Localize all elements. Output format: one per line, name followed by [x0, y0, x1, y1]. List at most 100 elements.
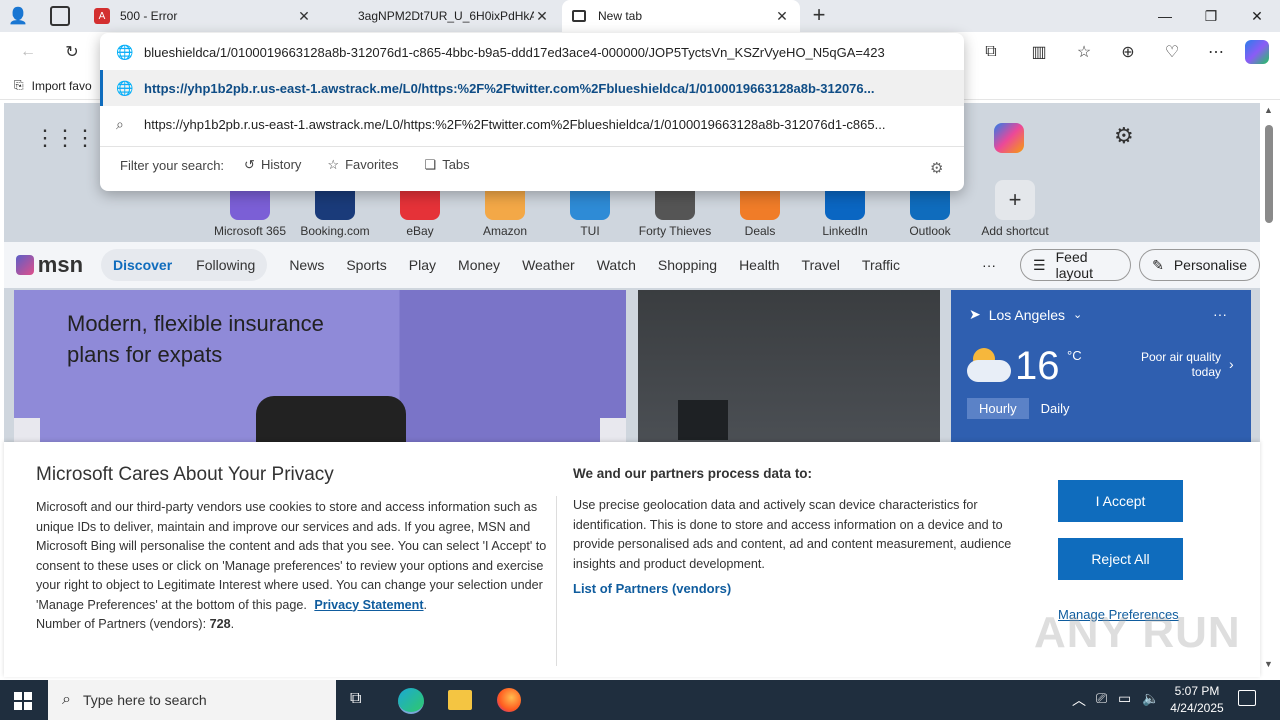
- taskbar-search-box[interactable]: ⌕ Type here to search: [48, 680, 336, 720]
- nav-weather[interactable]: Weather: [522, 257, 575, 273]
- air-quality-chevron-icon: ›: [1229, 356, 1234, 372]
- msn-logo[interactable]: msn: [38, 252, 83, 278]
- tab-daily[interactable]: Daily: [1029, 398, 1082, 419]
- suggestion-row[interactable]: ⌕ https://yhp1b2pb.r.us-east-1.awstrack.…: [100, 106, 964, 142]
- notifications-icon[interactable]: [1238, 690, 1256, 706]
- history-icon: ↺: [244, 157, 255, 172]
- partners-count: 728: [209, 617, 231, 631]
- tray-display-icon[interactable]: ▭: [1118, 690, 1131, 707]
- filter-tabs[interactable]: ❏ Tabs: [425, 157, 470, 173]
- tray-network-icon[interactable]: ⎚: [1096, 690, 1107, 707]
- close-window-button[interactable]: ✕: [1234, 0, 1280, 32]
- list-partners-link[interactable]: List of Partners (vendors): [573, 581, 731, 596]
- feed-layout-button[interactable]: ☰ Feed layout: [1020, 249, 1132, 281]
- shortcut-add[interactable]: + Add shortcut: [975, 180, 1055, 238]
- tab-discover[interactable]: Discover: [113, 257, 172, 273]
- tab-hourly[interactable]: Hourly: [967, 398, 1029, 419]
- nav-travel[interactable]: Travel: [802, 257, 840, 273]
- nav-play[interactable]: Play: [409, 257, 436, 273]
- plus-icon: +: [995, 180, 1035, 220]
- news-image-card[interactable]: [638, 290, 940, 442]
- sliders-icon: ☰: [1033, 256, 1046, 273]
- page-settings-gear-icon[interactable]: ⚙: [1114, 123, 1134, 149]
- filter-favorites[interactable]: ☆ Favorites: [327, 157, 398, 173]
- import-favorites-link[interactable]: Import favo: [32, 79, 92, 93]
- back-arrow-icon[interactable]: ←: [12, 36, 44, 68]
- import-icon: ⎘: [14, 78, 24, 92]
- weather-card[interactable]: ➤ Los Angeles ⌄ ··· 16 °C Poor air quali…: [951, 290, 1251, 442]
- minimize-button[interactable]: —: [1142, 0, 1188, 32]
- newtab-page-icon: [572, 10, 586, 22]
- privacy-statement-link[interactable]: Privacy Statement: [314, 598, 423, 612]
- reject-all-button[interactable]: Reject All: [1058, 538, 1183, 580]
- nav-sports[interactable]: Sports: [346, 257, 386, 273]
- nav-traffic[interactable]: Traffic: [862, 257, 900, 273]
- globe-icon: 🌐: [116, 43, 134, 60]
- personalise-button[interactable]: ✎ Personalise: [1139, 249, 1260, 281]
- ad-card[interactable]: Modern, flexible insurance plans for exp…: [14, 290, 626, 442]
- close-tab-icon[interactable]: ✕: [534, 8, 550, 25]
- restore-button[interactable]: ❐: [1188, 0, 1234, 32]
- omnibox-settings-gear-icon[interactable]: ⚙: [930, 159, 943, 177]
- close-tab-icon[interactable]: ✕: [774, 8, 790, 25]
- clock[interactable]: 5:07 PM 4/24/2025: [1162, 683, 1232, 717]
- location-arrow-icon: ➤: [969, 306, 981, 322]
- nav-more-button[interactable]: ···: [982, 257, 996, 273]
- collections-icon[interactable]: ⊕: [1112, 36, 1144, 68]
- nav-health[interactable]: Health: [739, 257, 779, 273]
- privacy-title: Microsoft Cares About Your Privacy: [36, 464, 334, 485]
- tab-new-tab[interactable]: New tab ✕: [562, 0, 800, 32]
- nav-watch[interactable]: Watch: [597, 257, 636, 273]
- suggestion-text: https://yhp1b2pb.r.us-east-1.awstrack.me…: [144, 116, 886, 132]
- tab-error[interactable]: A 500 - Error ✕: [84, 0, 322, 32]
- weather-unit: °C: [1067, 348, 1082, 363]
- apps-grid-icon[interactable]: ⋮⋮⋮: [34, 125, 96, 151]
- refresh-icon[interactable]: ↻: [56, 36, 88, 68]
- location-row[interactable]: ➤ Los Angeles ⌄: [969, 306, 1082, 323]
- nav-shopping[interactable]: Shopping: [658, 257, 717, 273]
- extensions-icon[interactable]: ⧉: [975, 36, 1007, 68]
- ad-headline: Modern, flexible insurance plans for exp…: [67, 311, 324, 367]
- weather-more-button[interactable]: ···: [1213, 306, 1227, 322]
- tray-chevron-up-icon[interactable]: ︿: [1072, 690, 1086, 710]
- file-explorer-icon[interactable]: [448, 690, 472, 710]
- favorites-star-icon[interactable]: ☆: [1068, 36, 1100, 68]
- windows-start-icon[interactable]: [14, 692, 32, 710]
- weather-tabs: Hourly Daily: [967, 398, 1081, 419]
- search-icon: ⌕: [62, 691, 71, 708]
- clock-date: 4/24/2025: [1170, 701, 1224, 715]
- accept-button[interactable]: I Accept: [1058, 480, 1183, 522]
- close-tab-icon[interactable]: ✕: [296, 8, 312, 25]
- new-tab-button[interactable]: +: [808, 4, 830, 28]
- tab-following[interactable]: Following: [196, 257, 255, 273]
- copilot-page-icon[interactable]: [994, 123, 1024, 153]
- news-photo: [678, 400, 728, 440]
- copilot-icon[interactable]: [1245, 40, 1269, 64]
- firefox-icon[interactable]: [497, 688, 521, 712]
- page-scrollbar[interactable]: ▲ ▼: [1262, 103, 1276, 677]
- carousel-prev-button[interactable]: [14, 418, 40, 442]
- scrollbar-down-arrow[interactable]: ▼: [1264, 659, 1273, 669]
- filter-history[interactable]: ↺ History: [244, 157, 301, 173]
- task-view-icon[interactable]: ⧉: [350, 690, 361, 708]
- edge-taskbar-icon[interactable]: [398, 688, 424, 714]
- address-input-row[interactable]: 🌐 blueshieldca/1/0100019663128a8b-312076…: [100, 34, 964, 70]
- taskbar-search-placeholder: Type here to search: [82, 692, 207, 708]
- profile-avatar[interactable]: 👤: [8, 6, 30, 26]
- air-quality[interactable]: Poor air quality today: [1121, 350, 1221, 380]
- carousel-next-button[interactable]: [600, 418, 626, 442]
- split-screen-icon[interactable]: ▥: [1023, 36, 1055, 68]
- personalise-icon: ✎: [1152, 256, 1164, 273]
- more-menu-icon[interactable]: ⋯: [1200, 36, 1232, 68]
- scrollbar-thumb[interactable]: [1265, 125, 1273, 223]
- suggestion-row[interactable]: 🌐 https://yhp1b2pb.r.us-east-1.awstrack.…: [100, 70, 964, 106]
- nav-money[interactable]: Money: [458, 257, 500, 273]
- tray-volume-icon[interactable]: 🔈: [1142, 690, 1159, 707]
- performance-icon[interactable]: ♡: [1156, 36, 1188, 68]
- msn-nav-bar: msn Discover Following News Sports Play …: [4, 242, 1260, 288]
- scrollbar-up-arrow[interactable]: ▲: [1264, 105, 1273, 115]
- tab-actions-icon[interactable]: [50, 6, 70, 26]
- nav-news[interactable]: News: [289, 257, 324, 273]
- address-input[interactable]: blueshieldca/1/0100019663128a8b-312076d1…: [144, 45, 944, 60]
- tab-tracking[interactable]: 3agNPM2Dt7UR_U_6H0ixPdHkAF ✕: [330, 0, 560, 32]
